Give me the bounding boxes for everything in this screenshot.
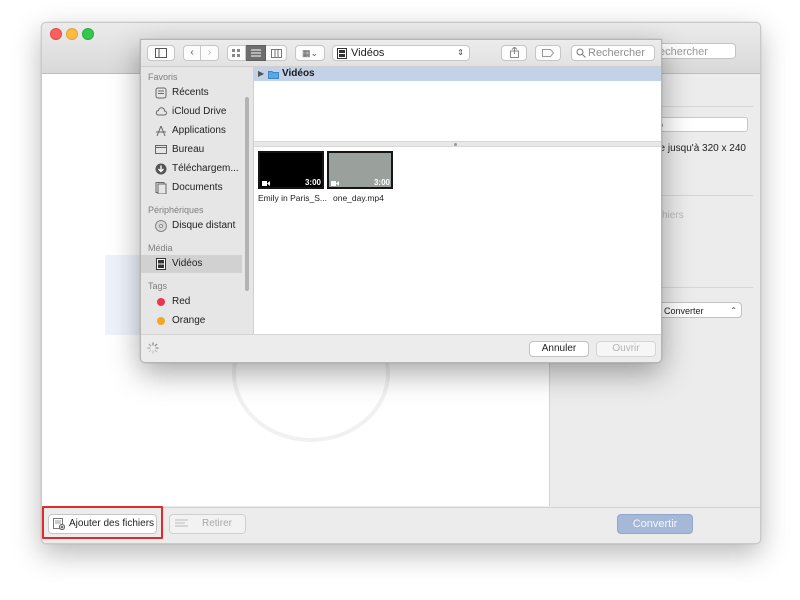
- open-button[interactable]: Ouvrir: [596, 341, 656, 357]
- sidebar-item-applications[interactable]: Applications: [141, 122, 242, 140]
- arrange-icon: ▦⌄: [301, 48, 319, 58]
- disclosure-triangle-icon: ▶: [258, 69, 265, 78]
- folder-icon: [268, 71, 279, 79]
- sidebar-item-icloud[interactable]: iCloud Drive: [141, 103, 242, 121]
- sidebar-scrollbar[interactable]: [245, 97, 249, 291]
- download-icon: [155, 163, 167, 175]
- loading-spinner-icon: [147, 342, 159, 354]
- sidebar-item-remote-disc[interactable]: Disque distant: [141, 217, 242, 235]
- sidebar-section-devices: Périphériques: [148, 205, 204, 215]
- search-icon: [576, 48, 586, 58]
- applications-icon: [156, 125, 166, 137]
- back-button[interactable]: ‹: [183, 45, 201, 61]
- sidebar-item-label: Applications: [172, 125, 226, 136]
- drop-highlight: [105, 255, 145, 335]
- sidebar-item-downloads[interactable]: Téléchargem...: [141, 160, 242, 178]
- icon-view-button[interactable]: [227, 45, 246, 61]
- remove-button[interactable]: Retirer: [169, 514, 246, 534]
- sidebar-item-label: Récents: [172, 87, 209, 98]
- video-duration: 3:00: [304, 178, 321, 187]
- share-icon: [509, 46, 519, 58]
- orange-tag-icon: [157, 317, 165, 325]
- disc-icon: [155, 220, 167, 232]
- documents-icon: [155, 182, 167, 194]
- file-browser: ▶ Vidéos 3:00 Emily in Paris_S... 3:00 o…: [253, 67, 661, 334]
- sidebar-section-favorites: Favoris: [148, 72, 178, 82]
- sidebar-item-label: Red: [172, 296, 191, 307]
- open-file-dialog: ‹ › ▦⌄ Vidéos ⇕ Rechercher Favoris Récen…: [140, 39, 662, 363]
- share-button[interactable]: [501, 45, 527, 61]
- dialog-search-input[interactable]: Rechercher: [571, 45, 655, 61]
- updown-arrows-icon: ⇕: [457, 48, 464, 57]
- remove-list-icon: [175, 519, 188, 527]
- film-icon: [156, 258, 166, 270]
- sidebar-section-media: Média: [148, 243, 173, 253]
- close-window-button[interactable]: [50, 28, 62, 40]
- sidebar-toggle-button[interactable]: [147, 45, 175, 61]
- film-icon: [337, 48, 347, 59]
- sidebar-item-videos[interactable]: Vidéos: [141, 255, 242, 273]
- list-view-button[interactable]: [246, 45, 266, 61]
- recents-icon: [155, 87, 167, 99]
- video-duration: 3:00: [373, 178, 390, 187]
- columns-icon: [270, 49, 282, 58]
- sidebar-item-label: Téléchargem...: [172, 163, 239, 174]
- sidebar-item-label: Orange: [172, 315, 206, 326]
- grid-icon: [232, 49, 240, 57]
- cancel-button[interactable]: Annuler: [529, 341, 589, 357]
- file-name: one_day.mp4: [333, 193, 384, 203]
- sidebar-icon: [155, 48, 167, 58]
- video-camera-icon: [331, 181, 339, 186]
- zoom-window-button[interactable]: [82, 28, 94, 40]
- sidebar-item-tag-red[interactable]: Red: [141, 293, 242, 311]
- chevron-right-icon: ›: [207, 47, 212, 58]
- dialog-search-placeholder: Rechercher: [588, 47, 645, 59]
- red-tag-icon: [157, 298, 165, 306]
- sidebar-section-tags: Tags: [148, 281, 168, 291]
- app-search-input[interactable]: echercher: [654, 43, 736, 59]
- arrange-button[interactable]: ▦⌄: [295, 45, 325, 61]
- sidebar-item-recents[interactable]: Récents: [141, 84, 242, 102]
- sidebar-item-label: Bureau: [172, 144, 205, 155]
- add-files-highlight: [42, 506, 163, 539]
- pane-split-divider[interactable]: [254, 141, 661, 147]
- minimize-window-button[interactable]: [66, 28, 78, 40]
- current-folder-label: Vidéos: [282, 68, 315, 79]
- file-item[interactable]: 3:00 one_day.mp4: [327, 151, 393, 203]
- file-item[interactable]: 3:00 Emily in Paris_S...: [258, 151, 327, 203]
- file-name: Emily in Paris_S...: [258, 193, 327, 203]
- cloud-icon: [155, 107, 167, 116]
- split-handle-icon: [454, 143, 457, 146]
- dialog-footer: Annuler Ouvrir: [141, 334, 661, 362]
- tag-icon: [542, 49, 555, 57]
- dialog-toolbar: ‹ › ▦⌄ Vidéos ⇕ Rechercher: [141, 40, 661, 67]
- current-folder-row[interactable]: ▶ Vidéos: [254, 67, 661, 81]
- files-hint-text: hiers: [662, 210, 684, 221]
- sidebar-item-tag-orange[interactable]: Orange: [141, 312, 242, 330]
- sidebar-item-desktop[interactable]: Bureau: [141, 141, 242, 159]
- converter-select[interactable]: Converter ⌃: [657, 302, 742, 318]
- sidebar-item-label: Documents: [172, 182, 223, 193]
- sidebar-item-label: iCloud Drive: [172, 106, 227, 117]
- desktop-icon: [155, 145, 167, 154]
- location-popup[interactable]: Vidéos ⇕: [332, 45, 470, 61]
- chevron-left-icon: ‹: [190, 47, 194, 58]
- sidebar-item-label: Vidéos: [172, 258, 203, 269]
- updown-arrows-icon: ⌃: [730, 306, 737, 315]
- sidebar-item-documents[interactable]: Documents: [141, 179, 242, 197]
- resolution-text: ue jusqu'à 320 x 240: [654, 143, 746, 154]
- dialog-sidebar: Favoris Récents iCloud Drive Application…: [141, 67, 253, 334]
- convert-button[interactable]: Convertir: [617, 514, 693, 534]
- sidebar-item-label: Disque distant: [172, 220, 236, 231]
- forward-button[interactable]: ›: [201, 45, 219, 61]
- remove-label: Retirer: [202, 518, 233, 529]
- location-label: Vidéos: [351, 47, 385, 59]
- tag-button[interactable]: [535, 45, 561, 61]
- converter-select-value: Converter: [664, 306, 704, 316]
- column-view-button[interactable]: [266, 45, 287, 61]
- video-camera-icon: [262, 181, 270, 186]
- list-icon: [250, 49, 261, 57]
